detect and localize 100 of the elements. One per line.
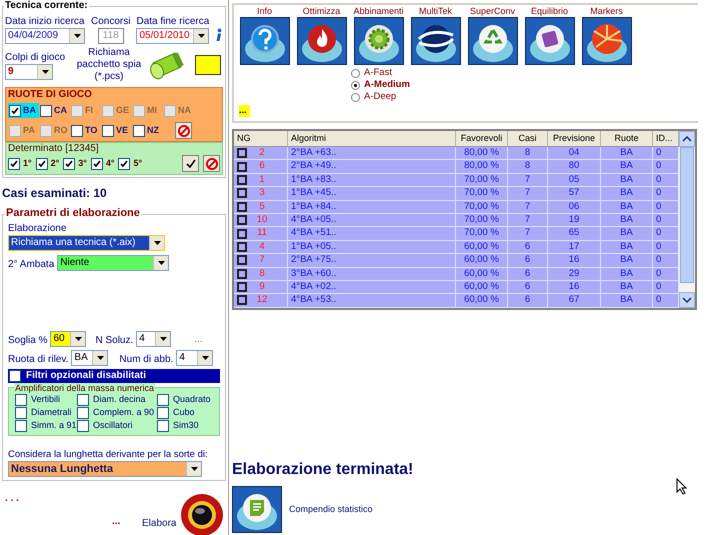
tool-button[interactable] bbox=[240, 17, 290, 65]
tool-button[interactable] bbox=[524, 17, 574, 65]
compendium-button[interactable] bbox=[232, 486, 282, 533]
tool-button[interactable] bbox=[410, 17, 460, 65]
tool-button[interactable] bbox=[582, 17, 632, 65]
row-checkbox[interactable] bbox=[237, 188, 247, 198]
caret-down-icon bbox=[154, 241, 160, 245]
row-checkbox[interactable] bbox=[237, 228, 247, 239]
tool-label: Equilibrio bbox=[530, 5, 568, 17]
recycle-icon bbox=[468, 17, 518, 65]
checkbox[interactable] bbox=[15, 420, 27, 432]
filters-bar[interactable]: Filtri opzionali disabilitati bbox=[8, 369, 220, 383]
row-checkbox[interactable] bbox=[237, 202, 247, 212]
checkbox[interactable] bbox=[157, 420, 169, 432]
table-cell: 7 bbox=[524, 213, 530, 228]
run-button[interactable] bbox=[180, 493, 224, 535]
checkbox[interactable] bbox=[9, 370, 21, 382]
checkbox[interactable] bbox=[8, 158, 20, 170]
checkbox[interactable] bbox=[118, 158, 130, 170]
group-title: Amplificatori della massa numerica bbox=[14, 383, 156, 394]
clear-button[interactable] bbox=[203, 155, 220, 172]
column-header[interactable]: Previsione bbox=[548, 131, 601, 146]
no-entry-icon bbox=[178, 124, 190, 136]
row-checkbox[interactable] bbox=[237, 148, 247, 158]
dropdown[interactable]: 4 bbox=[176, 350, 214, 366]
column-header[interactable]: Casi bbox=[508, 131, 548, 146]
field-label: Elaborazione bbox=[8, 222, 68, 235]
tool-button[interactable] bbox=[354, 17, 404, 65]
checkbox[interactable] bbox=[77, 394, 89, 406]
column-header[interactable]: Algoritmi bbox=[288, 131, 456, 146]
column-header[interactable]: NG bbox=[234, 131, 288, 146]
table-cell-text: 60,00 % bbox=[464, 293, 499, 308]
row-checkbox[interactable] bbox=[237, 242, 247, 252]
caret-down-icon bbox=[198, 34, 205, 38]
checkbox[interactable] bbox=[157, 407, 169, 419]
checkbox[interactable] bbox=[77, 420, 89, 432]
dropdown[interactable]: 9 bbox=[5, 64, 53, 80]
field-label: N Soluz. bbox=[95, 334, 134, 347]
clear-button[interactable] bbox=[175, 122, 192, 139]
table-cell-text: 4°BA +02.. bbox=[291, 280, 336, 294]
row-checkbox[interactable] bbox=[237, 282, 247, 292]
selected-wheel[interactable]: BA bbox=[8, 103, 39, 118]
radio-button[interactable] bbox=[351, 68, 360, 78]
dropdown[interactable]: 05/01/2010 bbox=[136, 28, 210, 44]
table-cell-text: 7 bbox=[258, 253, 266, 268]
row-checkbox[interactable] bbox=[237, 295, 247, 306]
checkbox[interactable] bbox=[40, 104, 52, 116]
checkbox[interactable] bbox=[157, 394, 169, 406]
radio-label: A-Medium bbox=[364, 78, 410, 92]
checkbox[interactable] bbox=[15, 407, 27, 419]
column-header[interactable]: Ruote bbox=[601, 131, 653, 146]
dropdown[interactable]: Nessuna Lunghetta bbox=[8, 461, 202, 477]
dropdown[interactable]: BA bbox=[71, 350, 108, 366]
checkbox[interactable] bbox=[77, 407, 89, 419]
checkbox[interactable] bbox=[133, 124, 145, 136]
checkbox[interactable] bbox=[15, 394, 27, 406]
checkbox[interactable] bbox=[36, 158, 48, 170]
column-header[interactable]: Favorevoli bbox=[456, 131, 508, 146]
dropdown[interactable]: 60 bbox=[50, 331, 86, 347]
check-all-button[interactable] bbox=[182, 155, 199, 172]
table-cell: 57 bbox=[568, 186, 580, 200]
dropdown[interactable]: 04/04/2009 bbox=[5, 28, 85, 44]
scroll-up-icon[interactable] bbox=[679, 131, 695, 147]
spy-label: Richiama pacchetto spia (*.pcs) bbox=[76, 47, 142, 83]
scroll-down-icon[interactable] bbox=[679, 292, 695, 308]
radio-button[interactable] bbox=[351, 80, 360, 90]
radio-button[interactable] bbox=[351, 92, 360, 102]
option-label: Simm. a 91 bbox=[31, 419, 77, 432]
color-swatch[interactable] bbox=[195, 55, 221, 75]
tool-button[interactable] bbox=[468, 17, 518, 65]
gear-icon bbox=[354, 17, 404, 65]
flame-icon bbox=[296, 17, 346, 65]
more-button[interactable]: ... bbox=[239, 105, 250, 117]
dropdown[interactable]: Richiama una tecnica (*.aix) bbox=[8, 235, 165, 251]
table-cell-text: 2 bbox=[258, 146, 266, 160]
dropdown[interactable]: Niente bbox=[57, 255, 170, 271]
more-label: ... bbox=[112, 515, 120, 529]
row-checkbox[interactable] bbox=[237, 174, 247, 185]
row-checkbox[interactable] bbox=[237, 268, 247, 279]
checkbox[interactable] bbox=[63, 158, 76, 170]
tool-button[interactable] bbox=[296, 17, 346, 65]
checkbox[interactable] bbox=[102, 124, 114, 136]
table-cell-text: BA bbox=[620, 293, 633, 308]
table-cell: 3°BA +60.. bbox=[291, 266, 336, 281]
scrollbar[interactable] bbox=[679, 131, 695, 308]
table-cell: 1°BA +45.. bbox=[291, 186, 336, 200]
caret-down-icon bbox=[202, 356, 209, 360]
table-cell-text: 67 bbox=[568, 293, 580, 308]
dropdown[interactable]: 4 bbox=[136, 331, 172, 347]
info-icon[interactable] bbox=[215, 26, 223, 44]
row-checkbox[interactable] bbox=[237, 255, 247, 266]
table-cell: 29 bbox=[568, 266, 580, 281]
option-label: Diametrali bbox=[31, 406, 72, 420]
checkbox[interactable] bbox=[9, 104, 21, 116]
caret-down-icon bbox=[42, 70, 48, 74]
row-checkbox[interactable] bbox=[237, 215, 247, 226]
checkbox[interactable] bbox=[90, 158, 103, 170]
row-checkbox[interactable] bbox=[237, 162, 247, 172]
checkbox[interactable] bbox=[71, 124, 83, 136]
wheel-label: PA bbox=[23, 124, 35, 137]
